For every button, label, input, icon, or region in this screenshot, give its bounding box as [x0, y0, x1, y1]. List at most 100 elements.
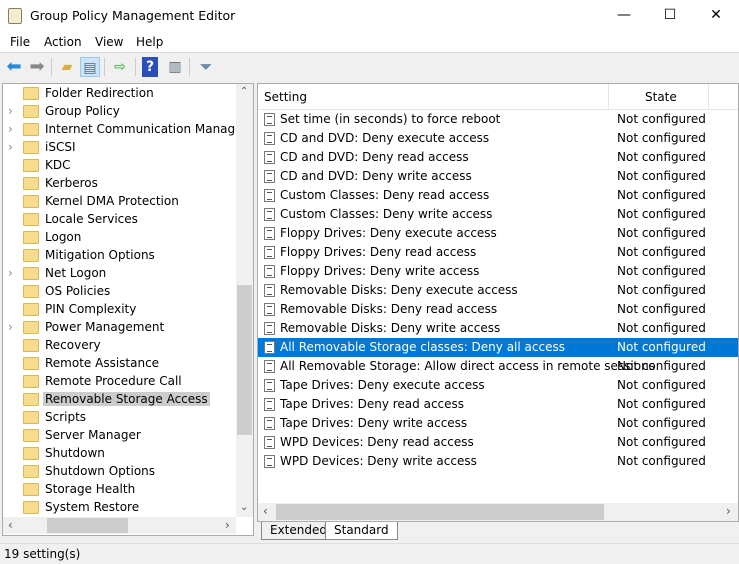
- column-divider[interactable]: [608, 84, 609, 110]
- scrollbar-thumb[interactable]: [237, 285, 252, 435]
- folder-icon: [23, 231, 39, 244]
- scroll-right-icon[interactable]: ›: [225, 518, 230, 532]
- menu-help[interactable]: Help: [136, 35, 163, 49]
- tree-item[interactable]: Scripts: [3, 409, 236, 427]
- tree-item[interactable]: Remote Procedure Call: [3, 373, 236, 391]
- up-folder-icon[interactable]: ▰: [57, 57, 77, 77]
- expand-chevron-icon[interactable]: ›: [8, 122, 13, 136]
- scroll-left-icon[interactable]: ‹: [263, 504, 268, 518]
- tree-item[interactable]: Logon: [3, 229, 236, 247]
- menu-file[interactable]: File: [10, 35, 30, 49]
- tree-item[interactable]: Removable Storage Access: [3, 391, 236, 409]
- setting-row[interactable]: All Removable Storage classes: Deny all …: [258, 338, 738, 357]
- setting-row[interactable]: Floppy Drives: Deny read access Not confi…: [258, 243, 738, 262]
- tree-item[interactable]: Kernel DMA Protection: [3, 193, 236, 211]
- scrollbar-thumb[interactable]: [47, 518, 128, 533]
- tree-item[interactable]: › Internet Communication Management: [3, 121, 236, 139]
- setting-name: Floppy Drives: Deny read access: [280, 245, 477, 259]
- title-bar: Group Policy Management Editor — ☐ ✕: [0, 0, 739, 32]
- menu-view[interactable]: View: [95, 35, 123, 49]
- setting-state: Not configured: [617, 378, 706, 392]
- settings-list-pane: Setting State Set time (in seconds) to f…: [257, 83, 739, 522]
- setting-state: Not configured: [617, 226, 706, 240]
- tree-item[interactable]: Locale Services: [3, 211, 236, 229]
- setting-row[interactable]: Removable Disks: Deny execute access Not …: [258, 281, 738, 300]
- export-list-icon[interactable]: ⇨: [110, 57, 130, 77]
- tree-item[interactable]: › Net Logon: [3, 265, 236, 283]
- list-horizontal-scrollbar[interactable]: ‹ ›: [258, 503, 738, 521]
- close-button[interactable]: ✕: [693, 0, 739, 32]
- setting-row[interactable]: Set time (in seconds) to force reboot Not…: [258, 110, 738, 129]
- expand-chevron-icon[interactable]: ›: [8, 104, 13, 118]
- tree-item[interactable]: Remote Assistance: [3, 355, 236, 373]
- tree-item[interactable]: Mitigation Options: [3, 247, 236, 265]
- setting-state: Not configured: [617, 169, 706, 183]
- tree-item[interactable]: Shutdown Options: [3, 463, 236, 481]
- action-pane-icon[interactable]: ▥: [165, 57, 185, 77]
- tree-item[interactable]: KDC: [3, 157, 236, 175]
- setting-row[interactable]: Tape Drives: Deny read access Not configu…: [258, 395, 738, 414]
- scrollbar-thumb[interactable]: [276, 504, 604, 520]
- menu-bar: File Action View Help: [0, 32, 739, 53]
- tree-item[interactable]: Server Manager: [3, 427, 236, 445]
- tree-item-label: PIN Complexity: [45, 302, 137, 316]
- setting-row[interactable]: All Removable Storage: Allow direct acce…: [258, 357, 738, 376]
- expand-chevron-icon[interactable]: ›: [8, 140, 13, 154]
- filter-icon[interactable]: ⏷: [196, 57, 216, 77]
- help-icon[interactable]: ?: [142, 57, 158, 77]
- forward-arrow-icon[interactable]: ➡: [27, 57, 47, 77]
- setting-row[interactable]: WPD Devices: Deny read access Not configu…: [258, 433, 738, 452]
- setting-row[interactable]: Tape Drives: Deny write access Not config…: [258, 414, 738, 433]
- setting-name: Removable Disks: Deny execute access: [280, 283, 518, 297]
- setting-row[interactable]: WPD Devices: Deny write access Not config…: [258, 452, 738, 471]
- tree-item[interactable]: › Group Policy: [3, 103, 236, 121]
- setting-row[interactable]: Removable Disks: Deny write access Not co…: [258, 319, 738, 338]
- tree-vertical-scrollbar[interactable]: ⌃ ⌄: [236, 84, 253, 517]
- scroll-down-icon[interactable]: ⌄: [240, 502, 248, 513]
- setting-name: CD and DVD: Deny execute access: [280, 131, 490, 145]
- setting-name: All Removable Storage: Allow direct acce…: [280, 359, 655, 373]
- tree-item[interactable]: Folder Redirection: [3, 85, 236, 103]
- policy-setting-icon: [264, 132, 275, 145]
- tree-item[interactable]: PIN Complexity: [3, 301, 236, 319]
- setting-row[interactable]: CD and DVD: Deny read access Not configur…: [258, 148, 738, 167]
- tree-item-label: iSCSI: [45, 140, 76, 154]
- setting-row[interactable]: CD and DVD: Deny execute access Not confi…: [258, 129, 738, 148]
- setting-row[interactable]: Floppy Drives: Deny execute access Not co…: [258, 224, 738, 243]
- column-header-setting[interactable]: Setting: [264, 90, 307, 104]
- column-divider[interactable]: [708, 84, 709, 110]
- folder-icon: [23, 447, 39, 460]
- tree-item[interactable]: › Power Management: [3, 319, 236, 337]
- setting-row[interactable]: Removable Disks: Deny read access Not con…: [258, 300, 738, 319]
- column-header-state[interactable]: State: [645, 90, 677, 104]
- tree-item-label: Remote Procedure Call: [45, 374, 182, 388]
- tree-horizontal-scrollbar[interactable]: ‹ ›: [3, 517, 236, 534]
- setting-row[interactable]: Custom Classes: Deny write access Not con…: [258, 205, 738, 224]
- scroll-up-icon[interactable]: ⌃: [240, 86, 248, 97]
- menu-action[interactable]: Action: [44, 35, 82, 49]
- tree-item[interactable]: Storage Health: [3, 481, 236, 499]
- setting-row[interactable]: Floppy Drives: Deny write access Not conf…: [258, 262, 738, 281]
- back-arrow-icon[interactable]: ⬅: [4, 57, 24, 77]
- tree-item[interactable]: Shutdown: [3, 445, 236, 463]
- tree-item-label: System Restore: [45, 500, 140, 514]
- tree-item[interactable]: System Restore: [3, 499, 236, 517]
- tree-item[interactable]: OS Policies: [3, 283, 236, 301]
- setting-row[interactable]: Custom Classes: Deny read access Not conf…: [258, 186, 738, 205]
- minimize-button[interactable]: —: [601, 0, 647, 32]
- tab-standard[interactable]: Standard: [325, 522, 398, 540]
- show-hide-tree-icon[interactable]: ▤: [80, 57, 100, 77]
- setting-row[interactable]: CD and DVD: Deny write access Not configu…: [258, 167, 738, 186]
- setting-name: All Removable Storage classes: Deny all …: [280, 340, 565, 354]
- expand-chevron-icon[interactable]: ›: [8, 320, 13, 334]
- maximize-button[interactable]: ☐: [647, 0, 693, 32]
- status-bar: 19 setting(s): [0, 543, 739, 564]
- tree-item[interactable]: Recovery: [3, 337, 236, 355]
- setting-row[interactable]: Tape Drives: Deny execute access Not conf…: [258, 376, 738, 395]
- scroll-left-icon[interactable]: ‹: [8, 518, 13, 532]
- tree-item[interactable]: Kerberos: [3, 175, 236, 193]
- tree-item[interactable]: › iSCSI: [3, 139, 236, 157]
- scroll-right-icon[interactable]: ›: [726, 504, 731, 518]
- expand-chevron-icon[interactable]: ›: [8, 266, 13, 280]
- setting-name: Floppy Drives: Deny write access: [280, 264, 480, 278]
